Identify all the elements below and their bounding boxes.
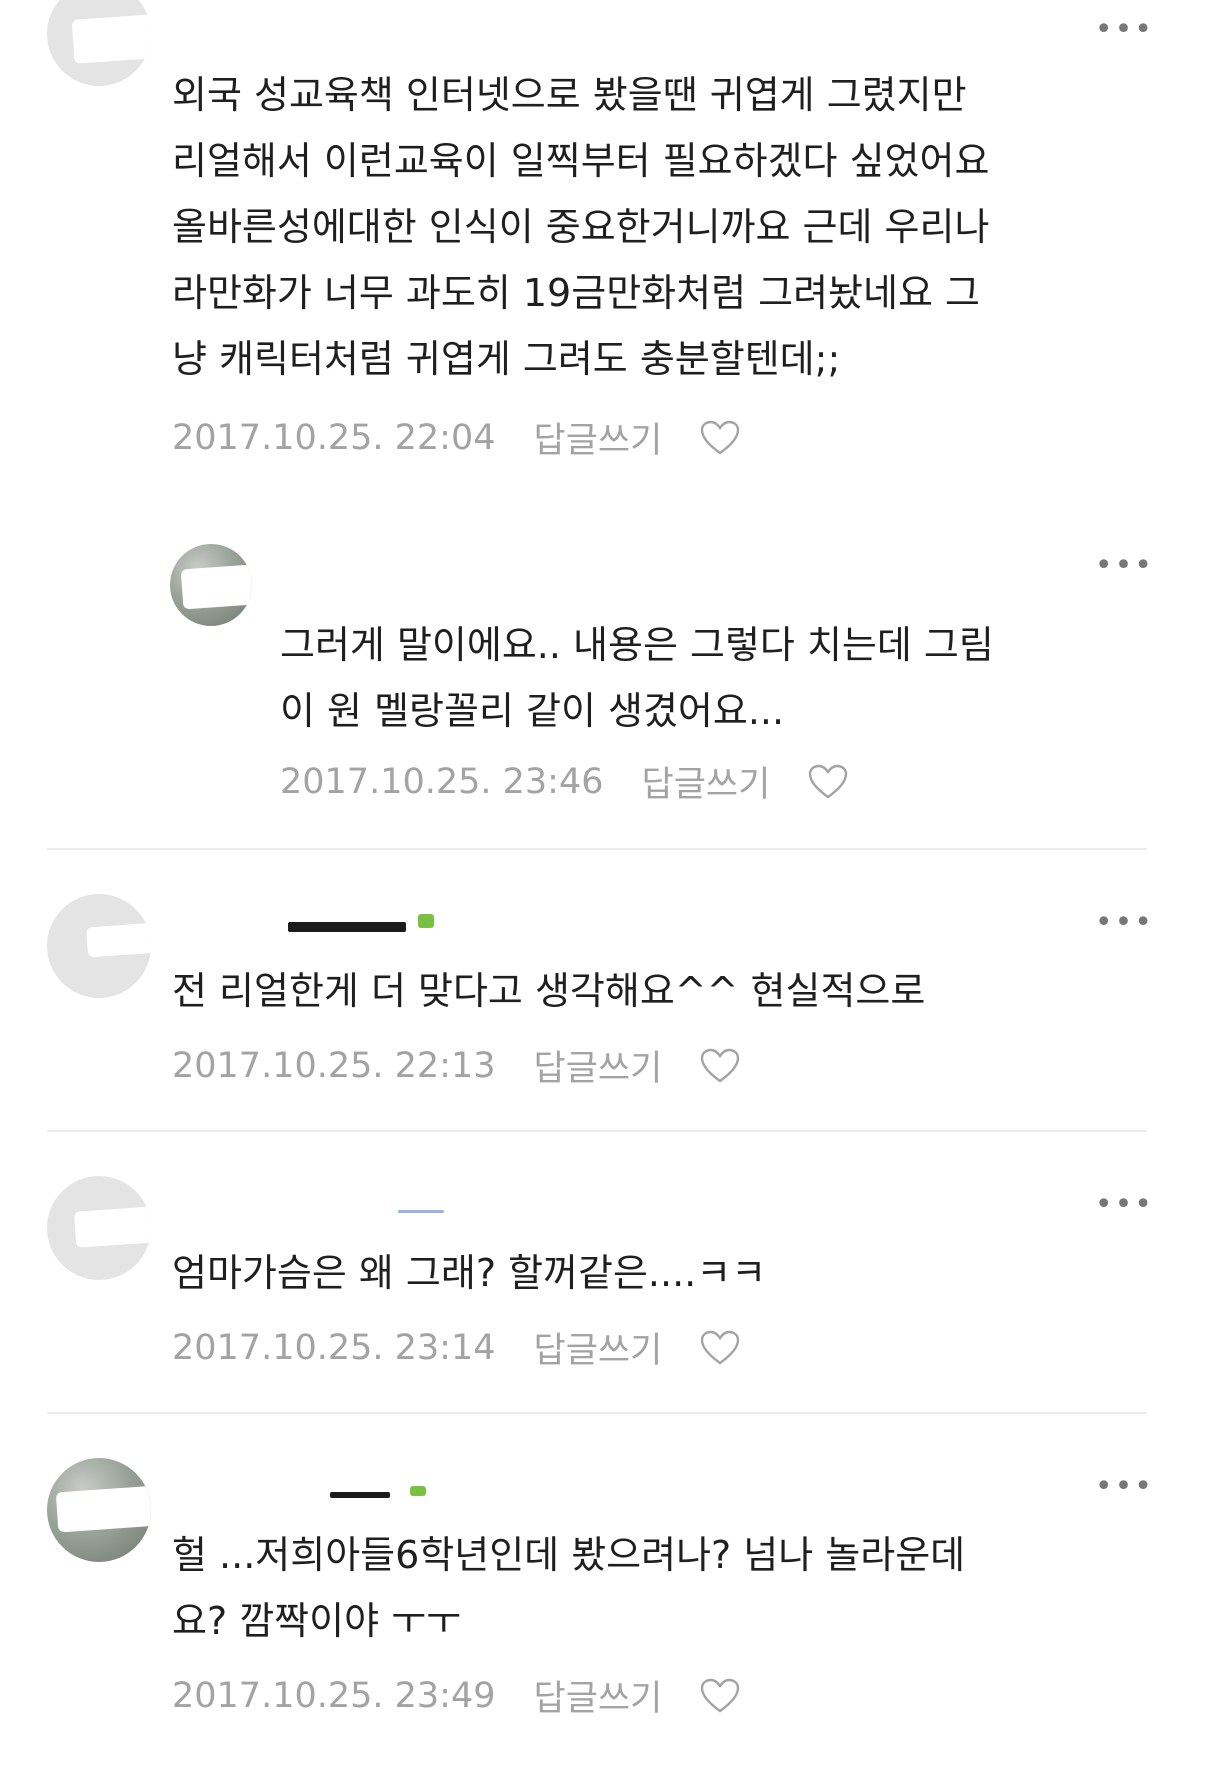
username-redacted xyxy=(170,20,390,48)
comment-date: 2017.10.25. 22:04 xyxy=(172,417,496,458)
avatar-redaction xyxy=(73,1204,151,1248)
comment-meta: 2017.10.25. 23:14 답글쓰기 xyxy=(172,1322,740,1373)
more-options-button[interactable]: ••• xyxy=(1095,908,1154,938)
heart-icon[interactable] xyxy=(700,420,740,456)
avatar[interactable] xyxy=(47,894,151,998)
verified-badge-icon xyxy=(410,1486,426,1496)
heart-icon[interactable] xyxy=(700,1330,740,1366)
username-fragment xyxy=(288,922,406,932)
comment-date: 2017.10.25. 23:14 xyxy=(172,1327,496,1368)
comment-date: 2017.10.25. 23:46 xyxy=(280,761,604,802)
avatar[interactable] xyxy=(170,544,252,626)
heart-icon[interactable] xyxy=(808,764,848,800)
more-options-button[interactable]: ••• xyxy=(1095,1190,1154,1220)
comment-meta: 2017.10.25. 23:49 답글쓰기 xyxy=(172,1670,740,1721)
heart-icon[interactable] xyxy=(700,1678,740,1714)
divider xyxy=(47,1412,1147,1414)
divider xyxy=(47,848,1147,850)
comment-meta: 2017.10.25. 22:04 답글쓰기 xyxy=(172,412,740,463)
comment-meta: 2017.10.25. 23:46 답글쓰기 xyxy=(280,756,848,807)
comment-date: 2017.10.25. 22:13 xyxy=(172,1045,496,1086)
username-redacted xyxy=(270,560,510,588)
avatar[interactable] xyxy=(47,0,151,86)
username-fragment xyxy=(398,1210,444,1213)
comment-text: 외국 성교육책 인터넷으로 봤을땐 귀엽게 그렸지만 리얼해서 이런교육이 일찍… xyxy=(172,73,990,381)
reply-button[interactable]: 답글쓰기 xyxy=(534,412,663,463)
reply-button[interactable]: 답글쓰기 xyxy=(534,1670,663,1721)
comment-text: 그러게 말이에요.. 내용은 그렇다 치는데 그림 이 원 멜랑꼴리 같이 생겼… xyxy=(280,623,994,733)
comment-text: 헐 ...저희아들6학년인데 봤으려나? 넘나 놀라운데 요? 깜짝이야 ㅜㅜ xyxy=(172,1533,966,1643)
reply-button[interactable]: 답글쓰기 xyxy=(534,1040,663,1091)
reply-button[interactable]: 답글쓰기 xyxy=(534,1322,663,1373)
comment-meta: 2017.10.25. 22:13 답글쓰기 xyxy=(172,1040,740,1091)
more-options-button[interactable]: ••• xyxy=(1095,15,1154,45)
comment-text: 엄마가슴은 왜 그래? 할꺼같은....ㅋㅋ xyxy=(172,1251,767,1295)
avatar-redaction xyxy=(180,562,252,610)
reply-button[interactable]: 답글쓰기 xyxy=(642,756,771,807)
comment-text: 전 리얼한게 더 맞다고 생각해요^^ 현실적으로 xyxy=(172,969,926,1013)
divider xyxy=(47,1130,1147,1132)
heart-icon[interactable] xyxy=(700,1048,740,1084)
avatar-redaction xyxy=(71,12,151,64)
more-options-button[interactable]: ••• xyxy=(1095,551,1154,581)
verified-badge-icon xyxy=(418,914,434,928)
username-fragment xyxy=(330,1492,390,1498)
avatar-redaction xyxy=(86,920,151,958)
more-options-button[interactable]: ••• xyxy=(1095,1472,1154,1502)
avatar[interactable] xyxy=(47,1176,151,1280)
comment-date: 2017.10.25. 23:49 xyxy=(172,1675,496,1716)
avatar-redaction xyxy=(55,1483,151,1533)
avatar[interactable] xyxy=(47,1458,151,1562)
